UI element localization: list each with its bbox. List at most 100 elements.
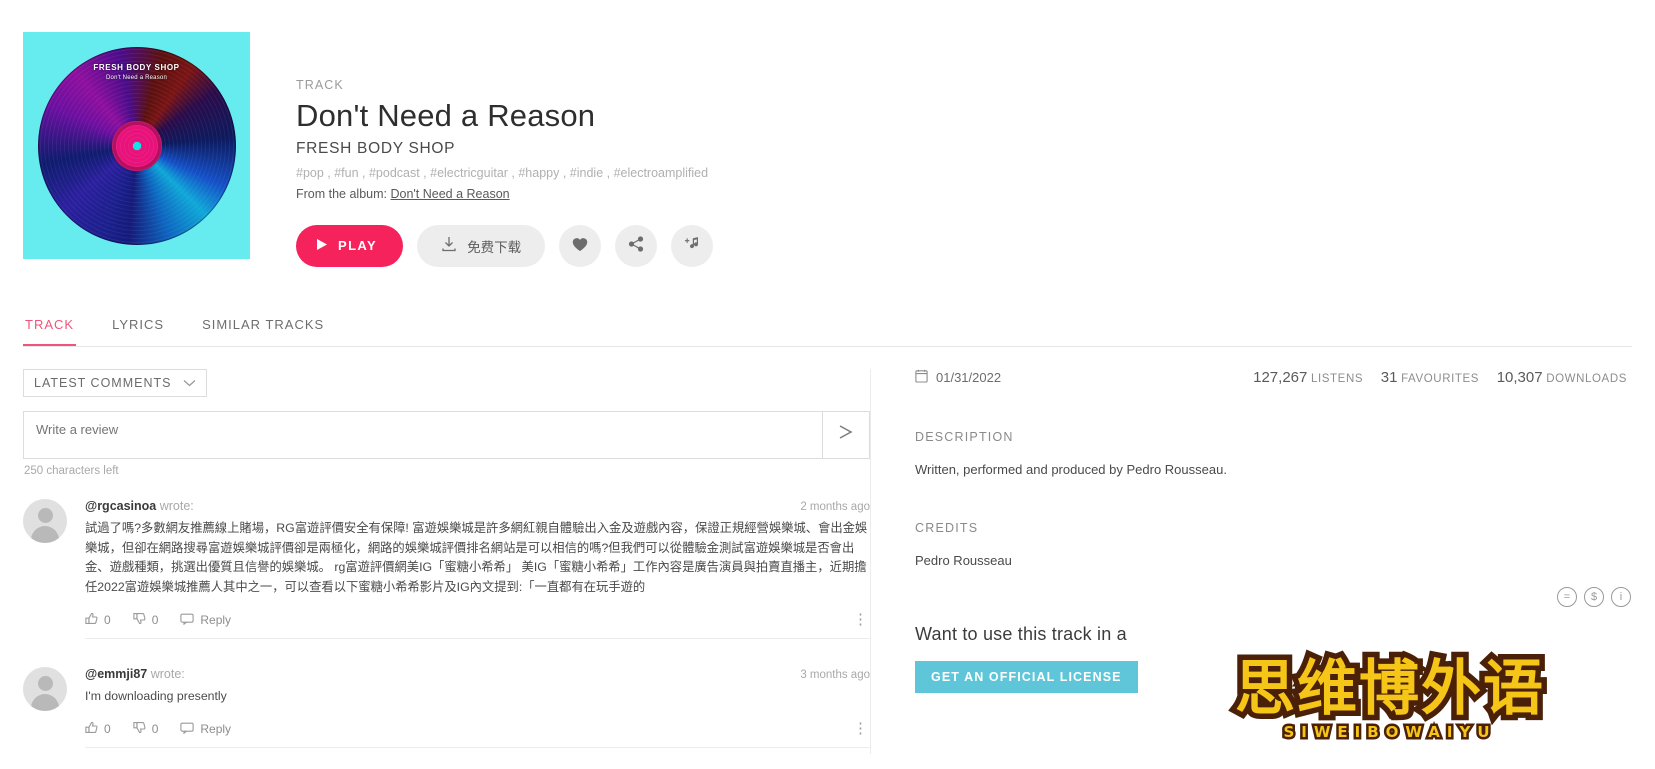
submit-review-button[interactable]	[822, 410, 870, 459]
play-label: PLAY	[338, 238, 378, 254]
comment-body: @rgcasinoa wrote: 2 months ago 試過了嗎?多數網友…	[85, 499, 870, 640]
comment-header: @emmji87 wrote: 3 months ago	[85, 667, 870, 681]
comment-timestamp: 3 months ago	[800, 669, 870, 682]
reply-icon	[180, 722, 195, 737]
track-page: FRESH BODY SHOP Don't Need a Reason TRAC…	[0, 0, 1655, 769]
share-button[interactable]	[615, 224, 658, 267]
comment-timestamp: 2 months ago	[800, 500, 870, 513]
comment-text: 試過了嗎?多數網友推薦線上賭場，RG富遊評價安全有保障! 富遊娛樂城是許多網紅親…	[85, 520, 868, 595]
stats-row: 01/31/2022 127,267 LISTENS 31 FAVOURITES…	[915, 369, 1631, 386]
listens-label: LISTENS	[1310, 372, 1364, 385]
comment-author[interactable]: @emmji87 wrote:	[85, 667, 185, 681]
description-title: DESCRIPTION	[915, 429, 1014, 444]
creative-commons-icons: = $ i	[1557, 586, 1631, 607]
get-license-button[interactable]: GET AN OFFICIAL LICENSE	[915, 660, 1138, 693]
tab-track[interactable]: TRACK	[23, 307, 77, 346]
comment-reply-label: Reply	[200, 722, 232, 737]
comment-like-count: 0	[104, 613, 111, 628]
thumbs-up-icon	[85, 721, 98, 737]
thumbs-down-icon	[133, 721, 146, 737]
thumbs-up-icon	[85, 612, 98, 628]
comment-more-menu[interactable]: ⋮	[853, 719, 868, 737]
characters-left: 250 characters left	[24, 464, 119, 477]
avatar[interactable]	[23, 498, 67, 543]
comment-dislike-count: 0	[151, 613, 159, 628]
description-body: Written, performed and produced by Pedro…	[915, 461, 1227, 477]
send-icon	[837, 423, 855, 446]
track-stats: 127,267 LISTENS 31 FAVOURITES 10,307 DOW…	[1253, 369, 1627, 386]
track-meta: TRACK Don't Need a Reason FRESH BODY SHO…	[250, 32, 714, 267]
upload-date: 01/31/2022	[915, 369, 1001, 386]
comment-header: @rgcasinoa wrote: 2 months ago	[85, 499, 870, 513]
play-button[interactable]: PLAY	[296, 224, 404, 267]
add-to-playlist-icon	[684, 236, 701, 255]
content-columns: LATEST COMMENTS 250 characters left	[0, 368, 1655, 755]
comment-dislike-button[interactable]: 0	[133, 612, 159, 628]
cc-nc-icon[interactable]: $	[1584, 586, 1604, 607]
review-input[interactable]	[23, 410, 822, 459]
cc-by-icon[interactable]: i	[1611, 586, 1631, 607]
calendar-icon	[915, 369, 928, 386]
download-button[interactable]: 免费下载	[417, 224, 546, 267]
comment-more-menu[interactable]: ⋮	[853, 610, 868, 628]
comment-reply-button[interactable]: Reply	[180, 722, 231, 737]
upload-date-value: 01/31/2022	[936, 369, 1002, 385]
review-box	[23, 410, 870, 459]
cover-title: Don't Need a Reason	[106, 75, 167, 81]
reply-icon	[180, 613, 195, 628]
cover-label: FRESH BODY SHOP Don't Need a Reason	[23, 62, 250, 83]
comment-like-button[interactable]: 0	[85, 721, 111, 737]
favourites-label: FAVOURITES	[1401, 372, 1480, 385]
comment-wrote-label: wrote:	[150, 667, 185, 682]
add-to-playlist-button[interactable]	[671, 224, 714, 267]
album-cover[interactable]: FRESH BODY SHOP Don't Need a Reason	[23, 32, 250, 259]
section-tabs: TRACK LYRICS SIMILAR TRACKS	[23, 307, 1632, 347]
comment-reply-label: Reply	[200, 613, 232, 628]
comment-wrote-label: wrote:	[159, 498, 194, 513]
album-line: From the album: Don't Need a Reason	[296, 187, 713, 201]
comment-dislike-count: 0	[151, 722, 159, 737]
downloads-value: 10,307	[1496, 368, 1543, 386]
comments-column: LATEST COMMENTS 250 characters left	[0, 368, 870, 755]
credits-body: Pedro Rousseau	[915, 552, 1012, 568]
downloads-label: DOWNLOADS	[1546, 372, 1627, 385]
comment-reply-button[interactable]: Reply	[180, 613, 231, 628]
track-kicker: TRACK	[296, 78, 344, 92]
download-icon	[441, 236, 457, 255]
heart-icon	[572, 237, 588, 255]
comment-author-name: @emmji87	[85, 667, 148, 682]
comment-author[interactable]: @rgcasinoa wrote:	[85, 499, 194, 513]
thumbs-down-icon	[133, 612, 146, 628]
listens-value: 127,267	[1253, 368, 1308, 386]
comment-body: @emmji87 wrote: 3 months ago I'm downloa…	[85, 667, 870, 749]
favourite-button[interactable]	[559, 224, 602, 267]
comments-sort-select[interactable]: LATEST COMMENTS	[23, 368, 207, 397]
avatar[interactable]	[23, 667, 67, 712]
license-question: Want to use this track in a	[915, 623, 1127, 644]
info-column: 01/31/2022 127,267 LISTENS 31 FAVOURITES…	[870, 368, 1655, 755]
chevron-down-icon	[183, 376, 196, 390]
page-title: Don't Need a Reason	[296, 98, 596, 133]
cc-nd-icon[interactable]: =	[1557, 586, 1577, 607]
comment-actions: 0 0 Reply ⋮	[85, 610, 870, 640]
comment-text: I'm downloading presently	[85, 689, 227, 704]
action-bar: PLAY 免费下载	[296, 224, 714, 267]
credits-title: CREDITS	[915, 520, 979, 535]
comments-sort-label: LATEST COMMENTS	[34, 375, 172, 390]
favourites-value: 31	[1380, 368, 1398, 386]
cover-artist: FRESH BODY SHOP	[93, 63, 180, 72]
comment-author-name: @rgcasinoa	[85, 498, 157, 513]
comment-like-button[interactable]: 0	[85, 612, 111, 628]
track-hero: FRESH BODY SHOP Don't Need a Reason TRAC…	[0, 0, 1655, 267]
share-icon	[628, 236, 644, 255]
comment-item: @emmji87 wrote: 3 months ago I'm downloa…	[23, 667, 870, 754]
play-icon	[316, 238, 328, 254]
tab-similar-tracks[interactable]: SIMILAR TRACKS	[200, 307, 326, 346]
comment-dislike-button[interactable]: 0	[133, 721, 159, 737]
album-link[interactable]: Don't Need a Reason	[390, 187, 509, 201]
comment-actions: 0 0 Reply ⋮	[85, 719, 870, 749]
tab-lyrics[interactable]: LYRICS	[110, 307, 166, 346]
artist-name[interactable]: FRESH BODY SHOP	[296, 140, 713, 158]
comment-item: @rgcasinoa wrote: 2 months ago 試過了嗎?多數網友…	[23, 498, 870, 646]
tag-list[interactable]: #pop , #fun , #podcast , #electricguitar…	[296, 166, 713, 180]
